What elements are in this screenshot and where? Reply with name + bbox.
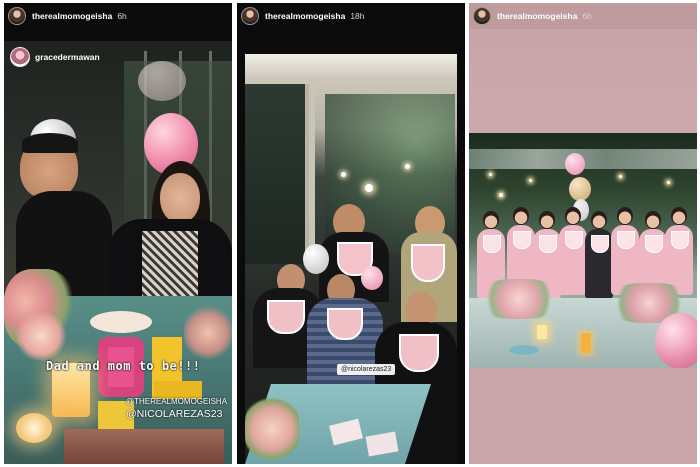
- story-timestamp: 18h: [350, 11, 365, 21]
- story-username[interactable]: therealmomogeisha: [497, 11, 577, 21]
- story-header: therealmomogeisha 18h: [237, 3, 465, 29]
- bib: [565, 231, 583, 249]
- cake: [90, 311, 152, 333]
- person: [671, 207, 687, 225]
- candle: [537, 325, 547, 339]
- story-panel-3[interactable]: therealmomogeisha 6h: [469, 3, 697, 464]
- mention-tag[interactable]: @THEREALMOMOGEISHA: [126, 397, 227, 406]
- profile-avatar[interactable]: [241, 7, 259, 25]
- mention-tag[interactable]: @NICOLAREZAS23: [126, 408, 222, 420]
- balloon: [565, 153, 585, 175]
- profile-avatar[interactable]: [8, 7, 26, 25]
- story-header: therealmomogeisha 6h: [4, 3, 232, 29]
- story-photo: [245, 54, 457, 464]
- story-panel-2[interactable]: therealmomogeisha 18h @nicolarezas23: [237, 3, 465, 464]
- bib: [645, 235, 663, 253]
- profile-avatar[interactable]: [473, 7, 491, 25]
- story-timestamp: 6h: [117, 11, 127, 21]
- story-photo: [469, 133, 697, 368]
- person: [483, 211, 499, 229]
- candle: [581, 333, 591, 353]
- bib: [671, 231, 689, 249]
- person: [591, 211, 607, 229]
- story-timestamp: 6h: [582, 11, 592, 21]
- balloon: [655, 313, 697, 368]
- person: [539, 211, 555, 229]
- person: [645, 211, 661, 229]
- story-caption: Dad and mom to be!!!: [46, 359, 201, 373]
- story-panel-1[interactable]: therealmomogeisha 6h gracedermawan Dad a…: [4, 3, 232, 464]
- mention-tag[interactable]: @nicolarezas23: [337, 364, 396, 375]
- bib: [591, 235, 609, 253]
- story-background-panel: [469, 29, 697, 133]
- bib: [483, 235, 501, 253]
- story-username[interactable]: therealmomogeisha: [265, 11, 345, 21]
- balloon: [569, 177, 591, 201]
- story-username[interactable]: therealmomogeisha: [32, 11, 112, 21]
- bib: [539, 235, 557, 253]
- candle: [16, 413, 52, 443]
- person: [617, 207, 633, 225]
- person: [565, 207, 581, 225]
- repost-header: gracedermawan: [10, 47, 100, 67]
- bib: [617, 231, 635, 249]
- repost-username[interactable]: gracedermawan: [35, 52, 100, 62]
- story-header: therealmomogeisha 6h: [469, 3, 697, 29]
- bib: [513, 231, 531, 249]
- repost-avatar[interactable]: [10, 47, 30, 67]
- person: [160, 173, 200, 223]
- person: [513, 207, 529, 225]
